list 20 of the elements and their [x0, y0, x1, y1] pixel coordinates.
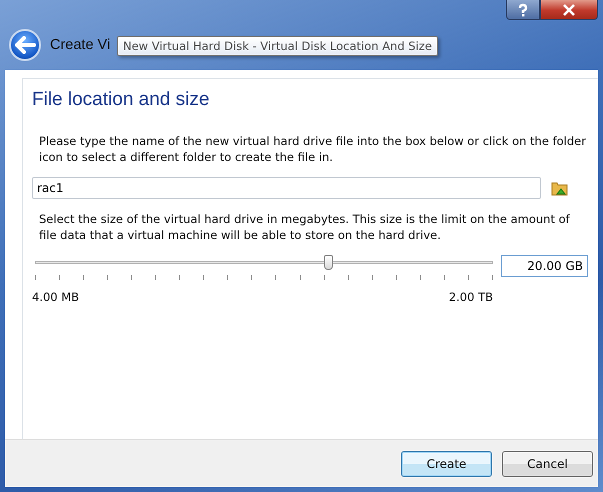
help-icon — [516, 2, 530, 16]
cancel-button[interactable]: Cancel — [502, 450, 593, 476]
close-icon — [562, 4, 576, 16]
file-name-field[interactable]: rac1 — [32, 177, 541, 199]
page-heading: File location and size — [32, 89, 210, 111]
close-button[interactable] — [540, 0, 598, 20]
size-field[interactable]: 20.00 GB — [501, 255, 588, 277]
min-size-label: 4.00 MB — [32, 290, 80, 304]
tooltip: New Virtual Hard Disk - Virtual Disk Location And Size — [117, 36, 438, 56]
back-arrow-icon — [14, 36, 36, 54]
location-hint: Please type the name of the new virtual hard drive file into the box below or click on the folder icon to select a different folder to create the file in. — [39, 133, 587, 165]
folder-button[interactable] — [551, 180, 569, 196]
create-button[interactable]: Create — [401, 450, 492, 476]
back-button[interactable] — [9, 29, 41, 61]
folder-icon — [551, 180, 569, 196]
max-size-label: 2.00 TB — [448, 290, 493, 304]
size-hint: Select the size of the virtual hard drive in megabytes. This size is the limit on the amount of file data that a virtual machine will be able to store on the hard drive. — [39, 211, 571, 243]
window-title: Create Vi — [50, 37, 110, 53]
help-button[interactable] — [506, 0, 540, 20]
size-slider[interactable] — [35, 255, 493, 281]
